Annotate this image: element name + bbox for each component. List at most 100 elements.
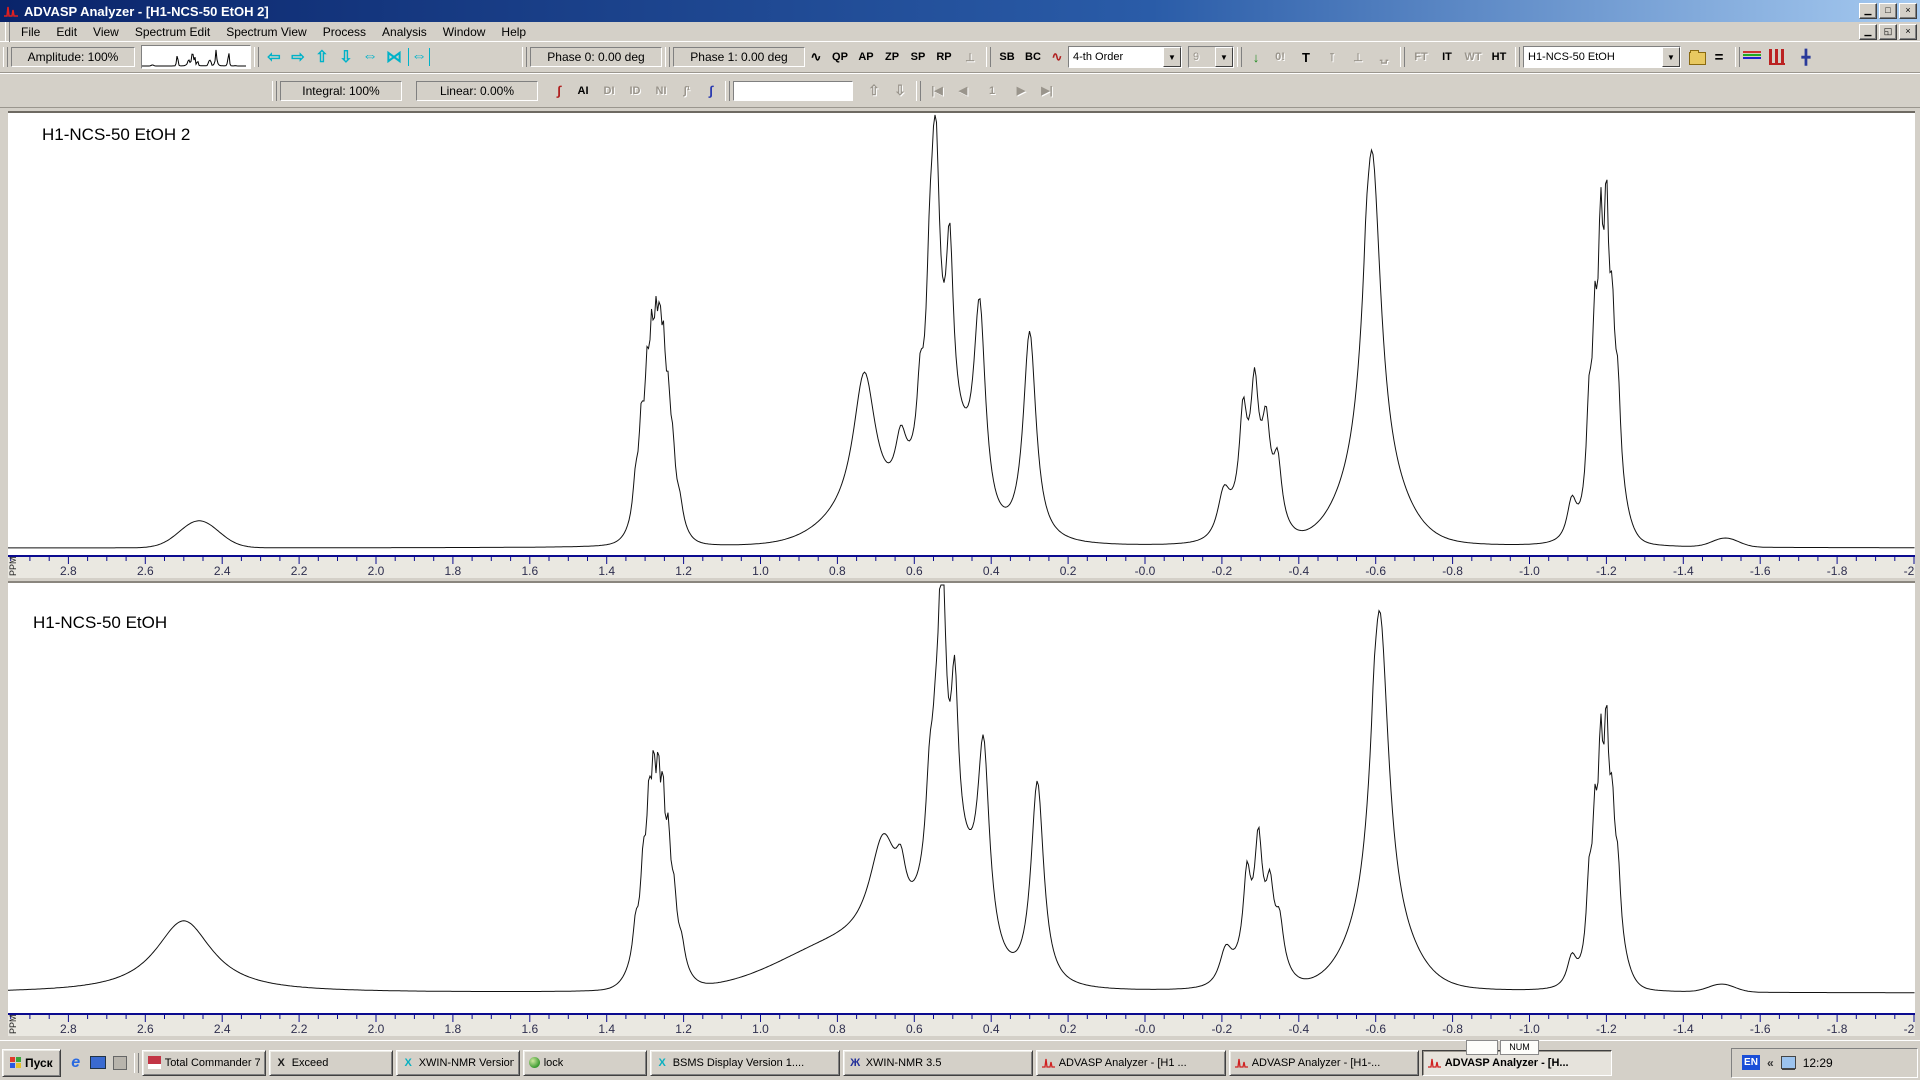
overlay-spectra-icon[interactable] (1743, 50, 1761, 64)
toolbar-grip[interactable] (1735, 47, 1740, 67)
child-restore-icon[interactable]: ◱ (1879, 24, 1897, 40)
menu-file[interactable]: File (13, 23, 48, 41)
integral-blue-icon[interactable]: ∫ (700, 83, 722, 98)
baseline-order-select[interactable]: 4-th Order▼ (1068, 46, 1182, 68)
equalize-icon[interactable]: = (1706, 47, 1732, 67)
task-bsms-display[interactable]: X BSMS Display Version 1.... (650, 1050, 840, 1076)
integral-curve-icon[interactable]: ∫ (548, 83, 570, 98)
spectra-workspace: 2.82.62.42.22.01.81.61.41.21.00.80.60.40… (0, 108, 1920, 1041)
stack-plot-icon[interactable] (1769, 49, 1785, 65)
menu-process[interactable]: Process (315, 23, 374, 41)
toolbar-grip[interactable] (254, 47, 259, 67)
taskbar-grip[interactable] (134, 1053, 139, 1073)
network-monitor-icon[interactable] (1781, 1056, 1796, 1069)
menu-window[interactable]: Window (435, 23, 494, 41)
bc-button[interactable]: BC (1020, 47, 1046, 67)
phase0-indicator[interactable]: Phase 0: 0.00 deg (530, 47, 662, 67)
pan-right-icon[interactable]: ⇨ (286, 47, 310, 67)
child-minimize-icon[interactable]: ▁ (1859, 24, 1877, 40)
amplitude-down-icon[interactable]: ⇩ (334, 47, 358, 67)
close-icon[interactable]: × (1899, 3, 1917, 19)
nmr-spectrum-bottom[interactable]: 2.82.62.42.22.01.81.61.41.21.00.80.60.40… (8, 581, 1915, 1036)
menu-edit[interactable]: Edit (48, 23, 85, 41)
menubar-grip[interactable] (5, 22, 10, 42)
task-lock[interactable]: lock (523, 1050, 647, 1076)
minimize-icon[interactable]: ▁ (1859, 3, 1877, 19)
amplitude-up-icon[interactable]: ⇧ (310, 47, 334, 67)
pick-down-icon[interactable]: ↓ (1245, 50, 1267, 65)
start-button[interactable]: Пуск (2, 1049, 61, 1077)
toolbar-grip[interactable] (3, 47, 8, 67)
linear-indicator[interactable]: Linear: 0.00% (416, 81, 538, 101)
chevron-down-icon[interactable]: ▼ (1163, 47, 1181, 67)
menu-help[interactable]: Help (493, 23, 534, 41)
toolbar-grip[interactable] (1515, 47, 1520, 67)
maximize-icon[interactable]: □ (1879, 3, 1897, 19)
quicklaunch-mail-icon[interactable] (87, 1051, 109, 1075)
nmr-spectrum-top[interactable]: 2.82.62.42.22.01.81.61.41.21.00.80.60.40… (8, 111, 1915, 578)
svg-text:-1.8: -1.8 (1827, 564, 1848, 578)
sb-button[interactable]: SB (994, 47, 1020, 67)
zero-exclude-button: 0! (1267, 47, 1293, 67)
task-advasp-2[interactable]: ADVASP Analyzer - [H1-... (1229, 1050, 1419, 1076)
spectrum-select[interactable]: H1-NCS-50 EtOH▼ (1523, 46, 1681, 68)
menu-spectrum-view[interactable]: Spectrum View (218, 23, 314, 41)
task-exceed[interactable]: X Exceed (269, 1050, 393, 1076)
rp-button[interactable]: RP (931, 47, 957, 67)
open-folder-icon[interactable] (1689, 52, 1706, 65)
menu-view[interactable]: View (85, 23, 127, 41)
di-button: DI (596, 81, 622, 101)
task-total-commander[interactable]: Total Commander 7.50a ... (142, 1050, 266, 1076)
toolbar-grip[interactable] (986, 47, 991, 67)
region-input[interactable] (733, 81, 853, 101)
tray-collapse-icon[interactable]: « (1767, 1056, 1774, 1070)
spectrum-preview[interactable] (141, 45, 251, 69)
peak-mark-icon: ⊥ (1345, 47, 1371, 67)
toolbar-grip[interactable] (725, 81, 730, 101)
language-indicator[interactable]: EN (1742, 1055, 1760, 1070)
qp-button[interactable]: QP (827, 47, 853, 67)
zp-button[interactable]: ZP (879, 47, 905, 67)
phase-tool-icon[interactable]: ∿ (805, 49, 827, 65)
task-advasp-1[interactable]: ADVASP Analyzer - [H1 ... (1036, 1050, 1226, 1076)
sp-button[interactable]: SP (905, 47, 931, 67)
svg-text:-1.2: -1.2 (1596, 564, 1617, 578)
svg-text:-0.8: -0.8 (1442, 564, 1463, 578)
floppy-icon (148, 1056, 161, 1069)
baseline-points-select: 9▼ (1188, 46, 1234, 68)
child-close-icon[interactable]: × (1899, 24, 1917, 40)
move-tool-icon[interactable]: ╋ (1793, 47, 1819, 67)
quicklaunch-ie-icon[interactable]: e (65, 1051, 87, 1075)
amplitude-indicator[interactable]: Amplitude: 100% (11, 47, 135, 67)
toolbar-grip[interactable] (522, 47, 527, 67)
ai-button[interactable]: AI (570, 81, 596, 101)
svg-text:1.8: 1.8 (445, 564, 462, 578)
pan-left-icon[interactable]: ⇦ (262, 47, 286, 67)
full-width-icon[interactable]: ⇔ (408, 48, 430, 66)
it-button[interactable]: IT (1434, 47, 1460, 67)
baseline-wave-icon[interactable]: ∿ (1046, 49, 1068, 65)
toolbar-grip[interactable] (665, 47, 670, 67)
integral-indicator[interactable]: Integral: 100% (280, 81, 402, 101)
region-up-icon[interactable]: ⇧ (861, 81, 887, 101)
menu-spectrum-edit[interactable]: Spectrum Edit (127, 23, 218, 41)
svg-text:-1.0: -1.0 (1519, 564, 1540, 578)
region-down-icon[interactable]: ⇩ (887, 81, 913, 101)
toolbar-grip[interactable] (916, 81, 921, 101)
shrink-horizontal-icon[interactable]: ⋈ (382, 47, 406, 67)
toolbar-grip[interactable] (1400, 47, 1405, 67)
phase1-indicator[interactable]: Phase 1: 0.00 deg (673, 47, 805, 67)
spectrum-panel-bottom: 2.82.62.42.22.01.81.61.41.21.00.80.60.40… (8, 581, 1915, 1036)
text-tool-button[interactable]: T (1293, 47, 1319, 67)
menu-analysis[interactable]: Analysis (374, 23, 435, 41)
ht-button[interactable]: HT (1486, 47, 1512, 67)
quicklaunch-desktop-icon[interactable] (109, 1051, 131, 1075)
chevron-down-icon[interactable]: ▼ (1662, 47, 1680, 67)
task-xwin-nmr[interactable]: Ж XWIN-NMR 3.5 (843, 1050, 1033, 1076)
toolbar-grip[interactable] (272, 81, 277, 101)
expand-horizontal-icon[interactable]: ⇔ (358, 48, 382, 66)
ap-button[interactable]: AP (853, 47, 879, 67)
toolbar-grip[interactable] (1237, 47, 1242, 67)
advasp-peaks-icon (1042, 1056, 1055, 1069)
task-xwin-nmr-35[interactable]: X XWIN-NMR Version 3.5 ... (396, 1050, 520, 1076)
